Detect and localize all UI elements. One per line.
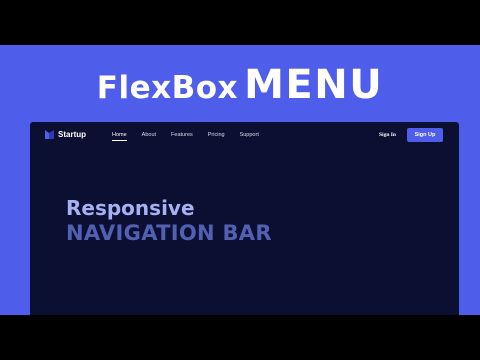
hero-title: NAVIGATION BAR — [66, 221, 272, 245]
logo-icon — [45, 130, 54, 139]
hero-subtitle: Responsive — [66, 196, 195, 220]
hero-section: Responsive NAVIGATION BAR — [66, 196, 272, 245]
nav-link-features[interactable]: Features — [171, 132, 193, 141]
nav-link-pricing[interactable]: Pricing — [208, 132, 225, 141]
nav-link-home[interactable]: Home — [112, 132, 127, 141]
nav-links: Home About Features Pricing Support — [112, 132, 274, 141]
brand-name: Startup — [58, 130, 86, 139]
banner-title-part1: FlexBox — [96, 70, 239, 106]
sign-up-button[interactable]: Sign Up — [407, 128, 443, 142]
brand-logo[interactable]: Startup — [45, 130, 86, 139]
banner-title: FlexBox MENU — [0, 62, 480, 108]
thumbnail-stage: FlexBox MENU Startup Home About Features… — [0, 45, 480, 315]
sign-in-link[interactable]: Sign In — [379, 132, 396, 138]
nav-link-support[interactable]: Support — [240, 132, 259, 141]
navigation-bar: Startup Home About Features Pricing Supp… — [30, 122, 459, 152]
banner-title-part2: MENU — [244, 62, 384, 108]
website-preview: Startup Home About Features Pricing Supp… — [30, 122, 459, 315]
nav-link-about[interactable]: About — [142, 132, 156, 141]
